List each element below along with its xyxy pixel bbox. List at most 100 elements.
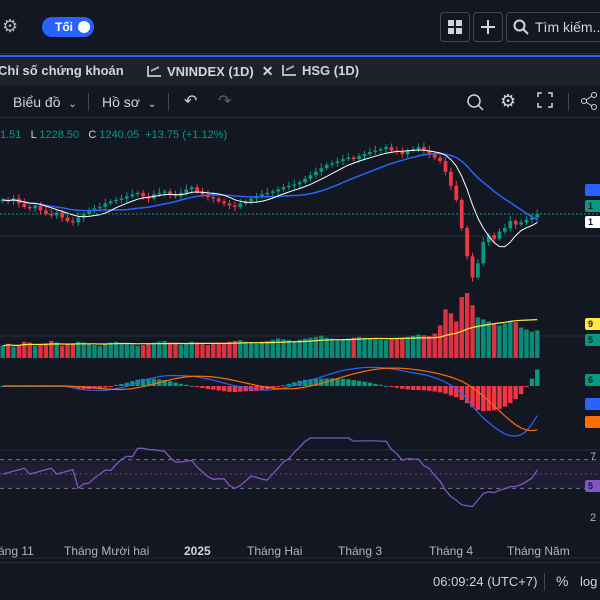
volume-bar (448, 313, 454, 358)
volume-bar (54, 342, 59, 358)
chevron-down-icon: ⌄ (68, 99, 77, 110)
candle (357, 156, 361, 160)
volume-bar (351, 337, 356, 358)
volume-bar (362, 337, 367, 358)
time-axis-label: Tháng 3 (338, 544, 383, 558)
macd-histogram-bar (103, 386, 108, 388)
volume-bar (459, 297, 464, 358)
macd-histogram-bar (427, 386, 432, 391)
volume-bar (464, 293, 470, 358)
volume-bar (389, 339, 394, 358)
macd-histogram-bar (205, 386, 211, 390)
volume-bar (103, 344, 108, 358)
volume-bar (124, 343, 130, 358)
candle (308, 175, 313, 179)
candle (27, 206, 32, 209)
time-axis-label: Tháng Năm (507, 544, 570, 558)
theme-toggle[interactable]: Tối (42, 17, 94, 37)
volume-bar (11, 346, 16, 358)
candle (508, 221, 513, 229)
candle (297, 182, 302, 185)
add-button[interactable] (473, 12, 503, 42)
chart-type-label: Biểu đồ (13, 94, 61, 110)
gear-icon[interactable]: ⚙ (500, 91, 516, 112)
macd-histogram-bar (400, 386, 405, 389)
fullscreen-icon[interactable] (537, 92, 553, 111)
close-icon[interactable]: ✕ (262, 63, 274, 80)
candle (168, 191, 172, 195)
volume-bar (173, 343, 178, 358)
volume-bar (405, 336, 410, 358)
volume-bar (211, 343, 216, 358)
candle (222, 201, 226, 204)
rsi-axis-label: 2 (590, 512, 597, 524)
candle (373, 150, 378, 152)
macd-histogram-bar (416, 386, 421, 391)
price-axis-tag (585, 398, 600, 410)
candle (211, 197, 216, 199)
volume-bar (410, 335, 416, 358)
divider (168, 93, 169, 111)
volume-bar (259, 341, 265, 358)
candle (384, 147, 388, 150)
profile-dropdown[interactable]: Hồ sơ ⌄ (102, 94, 156, 110)
candle (60, 212, 64, 218)
volume-bar (65, 344, 70, 358)
candle (481, 242, 486, 264)
replay-icon[interactable] (466, 92, 486, 115)
rsi-axis-label: 7 (590, 451, 597, 463)
candle (492, 235, 496, 239)
macd-histogram-bar (351, 380, 356, 386)
tab-vnindex[interactable]: VNINDEX (1D) ✕ (147, 63, 273, 80)
macd-histogram-bar (437, 386, 443, 393)
price-chart[interactable] (0, 118, 600, 568)
macd-histogram-bar (227, 386, 232, 392)
candle (238, 203, 243, 207)
volume-bar (497, 325, 502, 358)
redo-icon[interactable]: ↷ (218, 91, 231, 111)
volume-bar (221, 342, 227, 358)
volume-bar (189, 341, 194, 358)
settings-gear-icon[interactable]: ⚙ (2, 16, 20, 36)
undo-icon[interactable]: ↶ (184, 91, 197, 111)
share-icon[interactable] (580, 92, 598, 113)
candle (33, 205, 37, 209)
volume-bar (437, 325, 443, 358)
volume-bar (524, 329, 529, 358)
percent-scale-toggle[interactable]: % (556, 573, 568, 589)
log-scale-toggle[interactable]: log (580, 574, 597, 589)
candle (330, 163, 334, 165)
candle (281, 187, 286, 190)
candle (216, 198, 221, 202)
candle (76, 217, 81, 223)
tab-bar-accent (0, 55, 600, 57)
price-axis-tag: 1 (585, 216, 600, 228)
time-axis-label: Tháng Mười hai (64, 544, 150, 558)
ohlc-close-label: C (88, 129, 97, 141)
candle (476, 263, 480, 278)
chart-type-dropdown[interactable]: Biểu đồ ⌄ (13, 94, 77, 110)
search-box[interactable]: Tìm kiếm... (506, 12, 600, 42)
price-axis-tag: 6 (585, 374, 600, 386)
signal-line (2, 367, 538, 432)
macd-histogram-bar (184, 384, 189, 386)
tab-stock-index[interactable]: Chỉ số chứng khoán (0, 63, 124, 78)
price-axis-tag (585, 184, 600, 196)
search-icon (513, 19, 529, 35)
volume-bar (373, 339, 378, 358)
candle (497, 231, 502, 239)
tab-label: HSG (1D) (302, 63, 360, 78)
volume-bar (243, 341, 248, 358)
clock-time[interactable]: 06:09:24 (UTC+7) (433, 574, 537, 589)
tab-hsg[interactable]: HSG (1D) (282, 63, 359, 78)
candle (265, 192, 270, 195)
volume-bar (346, 338, 351, 358)
volume-bar (146, 343, 151, 358)
macd-histogram-bar (200, 386, 205, 389)
layout-grid-button[interactable] (440, 12, 470, 42)
volume-bar (200, 344, 205, 358)
candle (400, 151, 405, 155)
volume-bar (383, 340, 389, 358)
candle (319, 168, 324, 172)
candle (103, 203, 108, 207)
